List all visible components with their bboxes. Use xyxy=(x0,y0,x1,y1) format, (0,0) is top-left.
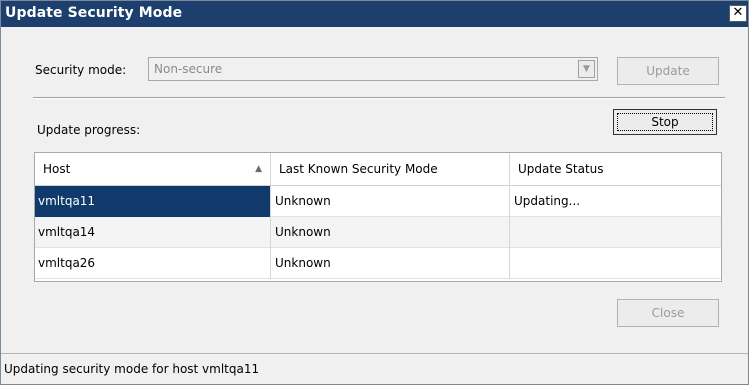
security-mode-cell: Unknown xyxy=(271,248,510,279)
table-row[interactable]: vmltqa11 Unknown Updating... xyxy=(35,186,721,217)
window-title: Update Security Mode xyxy=(5,5,183,21)
table-row[interactable]: vmltqa26 Unknown xyxy=(35,248,721,279)
table-header: Host ▲ Last Known Security Mode Update S… xyxy=(35,153,721,186)
column-header-last-known-security-mode[interactable]: Last Known Security Mode xyxy=(271,153,510,186)
update-status-cell: Updating... xyxy=(514,194,581,208)
host-cell: vmltqa26 xyxy=(35,248,271,279)
status-bar: Updating security mode for host vmltqa11 xyxy=(1,353,748,384)
title-bar[interactable]: Update Security Mode ✕ xyxy=(1,1,748,27)
stop-button-label: Stop xyxy=(651,115,679,129)
host-cell: vmltqa14 xyxy=(35,217,271,248)
security-mode-cell: Unknown xyxy=(271,186,510,217)
update-security-mode-dialog: Update Security Mode ✕ Security mode: No… xyxy=(0,0,749,385)
security-mode-dropdown[interactable]: Non-secure ▼ xyxy=(148,57,598,81)
update-status-cell xyxy=(510,248,721,279)
close-window-button[interactable]: ✕ xyxy=(729,5,747,22)
column-header-host[interactable]: Host ▲ xyxy=(35,153,271,186)
security-mode-value: Non-secure xyxy=(154,62,223,76)
host-cell: vmltqa11 xyxy=(35,186,271,217)
security-mode-cell: Unknown xyxy=(271,217,510,248)
host-table[interactable]: Host ▲ Last Known Security Mode Update S… xyxy=(34,152,722,282)
table-row[interactable]: vmltqa14 Unknown xyxy=(35,217,721,248)
security-mode-label: Security mode: xyxy=(35,63,127,77)
update-button[interactable]: Update xyxy=(617,57,719,85)
sort-ascending-icon: ▲ xyxy=(255,164,262,174)
status-text: Updating security mode for host vmltqa11 xyxy=(4,362,260,376)
close-icon: ✕ xyxy=(732,5,744,20)
update-progress-label: Update progress: xyxy=(37,123,141,137)
stop-button[interactable]: Stop xyxy=(613,109,717,135)
column-header-update-status[interactable]: Update Status xyxy=(510,153,721,186)
close-button[interactable]: Close xyxy=(617,299,719,327)
chevron-down-icon[interactable]: ▼ xyxy=(578,60,595,78)
separator xyxy=(33,97,725,99)
update-status-cell xyxy=(510,217,721,248)
